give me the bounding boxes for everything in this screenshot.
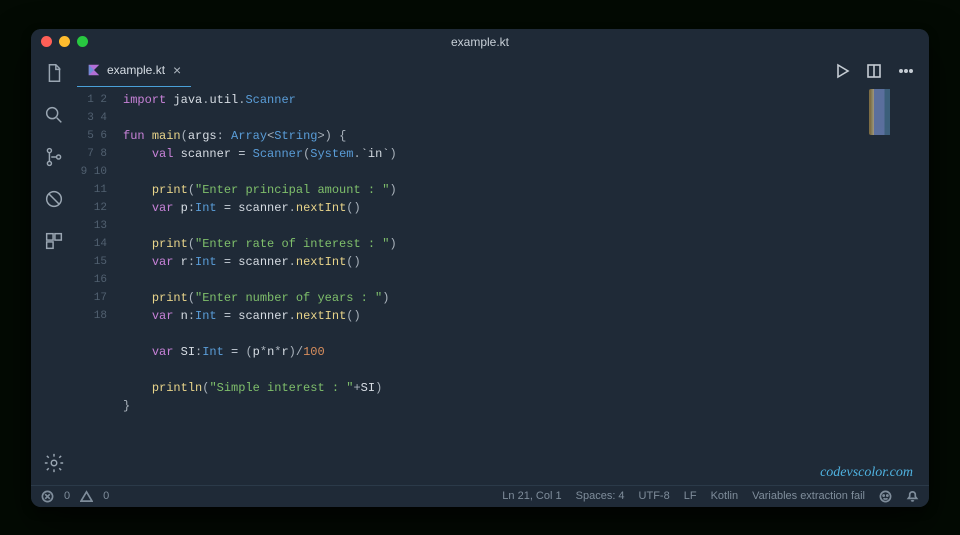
editor-window: example.kt	[31, 29, 929, 507]
feedback-icon[interactable]	[879, 490, 892, 503]
minimap[interactable]	[869, 89, 921, 135]
line-gutter: 1 2 3 4 5 6 7 8 9 10 11 12 13 14 15 16 1…	[77, 87, 117, 485]
more-actions-icon[interactable]	[897, 62, 915, 80]
tab-example-kt[interactable]: example.kt ×	[77, 55, 191, 87]
close-window-button[interactable]	[41, 36, 52, 47]
tab-close-icon[interactable]: ×	[173, 62, 181, 78]
status-spaces[interactable]: Spaces: 4	[576, 490, 625, 502]
status-extra[interactable]: Variables extraction fail	[752, 490, 865, 502]
bell-icon[interactable]	[906, 490, 919, 503]
search-icon[interactable]	[42, 103, 66, 127]
minimize-window-button[interactable]	[59, 36, 70, 47]
tab-bar: example.kt ×	[77, 55, 929, 87]
window-controls	[41, 36, 88, 47]
warning-icon[interactable]	[80, 490, 93, 503]
debug-icon[interactable]	[42, 187, 66, 211]
status-encoding[interactable]: UTF-8	[639, 490, 670, 502]
status-language[interactable]: Kotlin	[711, 490, 739, 502]
warning-count[interactable]: 0	[103, 490, 109, 502]
editor[interactable]: 1 2 3 4 5 6 7 8 9 10 11 12 13 14 15 16 1…	[77, 87, 929, 485]
activity-bar	[31, 55, 77, 485]
status-cursor[interactable]: Ln 21, Col 1	[502, 490, 561, 502]
code-content[interactable]: import java.util.Scanner fun main(args: …	[117, 87, 929, 485]
extensions-icon[interactable]	[42, 229, 66, 253]
window-body: example.kt × 1 2 3 4 5 6 7 8 9 10 1	[31, 55, 929, 485]
split-editor-icon[interactable]	[865, 62, 883, 80]
explorer-icon[interactable]	[42, 61, 66, 85]
window-title: example.kt	[31, 35, 929, 49]
titlebar: example.kt	[31, 29, 929, 55]
editor-area: example.kt × 1 2 3 4 5 6 7 8 9 10 1	[77, 55, 929, 485]
source-control-icon[interactable]	[42, 145, 66, 169]
run-icon[interactable]	[833, 62, 851, 80]
watermark: codevscolor.com	[820, 465, 913, 481]
status-eol[interactable]: LF	[684, 490, 697, 502]
error-count[interactable]: 0	[64, 490, 70, 502]
settings-icon[interactable]	[42, 451, 66, 475]
tab-label: example.kt	[107, 63, 165, 77]
error-icon[interactable]	[41, 490, 54, 503]
editor-actions	[833, 55, 929, 87]
kotlin-file-icon	[87, 63, 101, 77]
fullscreen-window-button[interactable]	[77, 36, 88, 47]
status-bar: 0 0 Ln 21, Col 1 Spaces: 4 UTF-8 LF Kotl…	[31, 485, 929, 507]
